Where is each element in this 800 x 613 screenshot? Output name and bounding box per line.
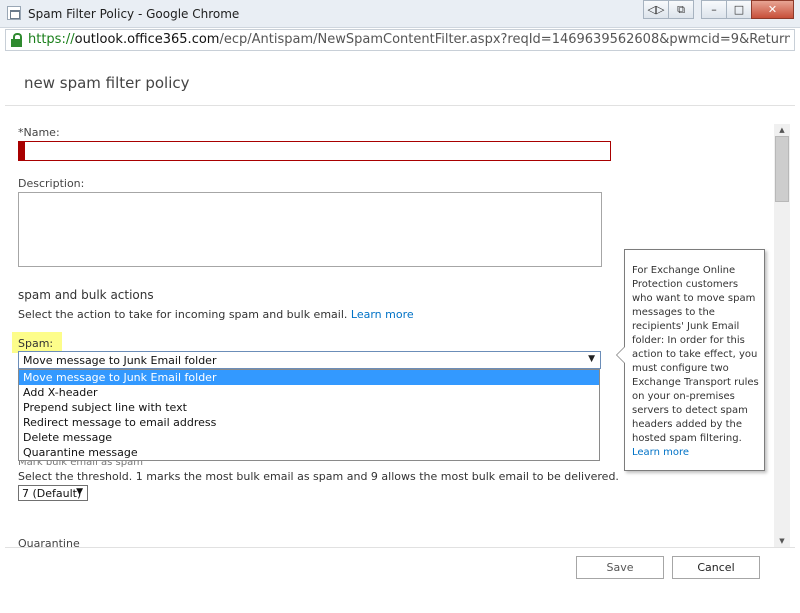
threshold-value: 7 (Default) <box>22 487 82 500</box>
url-host: outlook.office365.com <box>74 32 220 47</box>
window-titlebar: Spam Filter Policy - Google Chrome ◁▷ ⧉ … <box>0 0 800 28</box>
vertical-scrollbar[interactable]: ▲ ▼ <box>774 124 790 547</box>
description-label: Description: <box>18 177 85 190</box>
dropdown-option[interactable]: Redirect message to email address <box>19 415 599 430</box>
header-divider <box>5 105 795 106</box>
restore-tab-icon[interactable]: ⧉ <box>668 0 694 19</box>
dropdown-option[interactable]: Move message to Junk Email folder <box>19 370 599 385</box>
cancel-button[interactable]: Cancel <box>672 556 760 579</box>
page-title: new spam filter policy <box>24 74 190 92</box>
quarantine-label: Quarantine <box>18 537 80 547</box>
name-label: *Name: <box>18 126 60 139</box>
url-text[interactable]: https://outlook.office365.com/ecp/Antisp… <box>28 32 790 47</box>
spam-action-selected: Move message to Junk Email folder <box>23 354 217 367</box>
section-description-text: Select the action to take for incoming s… <box>18 308 348 321</box>
close-button[interactable]: ✕ <box>751 0 794 19</box>
dropdown-option[interactable]: Quarantine message <box>19 445 599 460</box>
maximize-button[interactable]: □ <box>726 0 752 19</box>
scroll-thumb[interactable] <box>775 136 789 202</box>
required-marker <box>19 142 25 160</box>
lock-icon <box>11 33 22 47</box>
window-title: Spam Filter Policy - Google Chrome <box>28 7 240 21</box>
cast-icon[interactable]: ◁▷ <box>643 0 669 19</box>
scroll-up-icon[interactable]: ▲ <box>774 124 790 136</box>
section-description: Select the action to take for incoming s… <box>18 308 414 321</box>
callout-pointer <box>616 346 625 364</box>
url-scheme: https:// <box>28 32 75 47</box>
description-textarea[interactable] <box>18 192 602 267</box>
threshold-select[interactable]: 7 (Default) ▼ <box>18 485 88 501</box>
spam-action-dropdown: Move message to Junk Email folder Add X-… <box>18 369 600 461</box>
save-button[interactable]: Save <box>576 556 664 579</box>
url-path: /ecp/Antispam/NewSpamContentFilter.aspx?… <box>219 32 790 47</box>
dropdown-option[interactable]: Prepend subject line with text <box>19 400 599 415</box>
spam-label: Spam: <box>12 332 62 353</box>
chevron-down-icon: ▼ <box>588 354 595 364</box>
window-icon <box>7 6 21 20</box>
section-title: spam and bulk actions <box>18 288 154 302</box>
minimize-button[interactable]: – <box>701 0 727 19</box>
scroll-down-icon[interactable]: ▼ <box>774 535 790 547</box>
address-bar[interactable]: https://outlook.office365.com/ecp/Antisp… <box>5 29 795 51</box>
window-controls: ◁▷ ⧉ – □ ✕ <box>643 0 794 20</box>
callout-text: For Exchange Online Protection customers… <box>632 265 759 444</box>
chevron-down-icon: ▼ <box>76 487 83 497</box>
name-input[interactable] <box>18 141 611 161</box>
callout-learn-more-link[interactable]: Learn more <box>632 447 689 458</box>
footer-divider <box>5 547 795 548</box>
spam-action-select[interactable]: Move message to Junk Email folder ▼ <box>18 351 601 369</box>
help-callout: For Exchange Online Protection customers… <box>616 249 765 471</box>
learn-more-link[interactable]: Learn more <box>351 308 414 321</box>
threshold-description: Select the threshold. 1 marks the most b… <box>18 470 619 483</box>
dropdown-option[interactable]: Delete message <box>19 430 599 445</box>
dropdown-option[interactable]: Add X-header <box>19 385 599 400</box>
